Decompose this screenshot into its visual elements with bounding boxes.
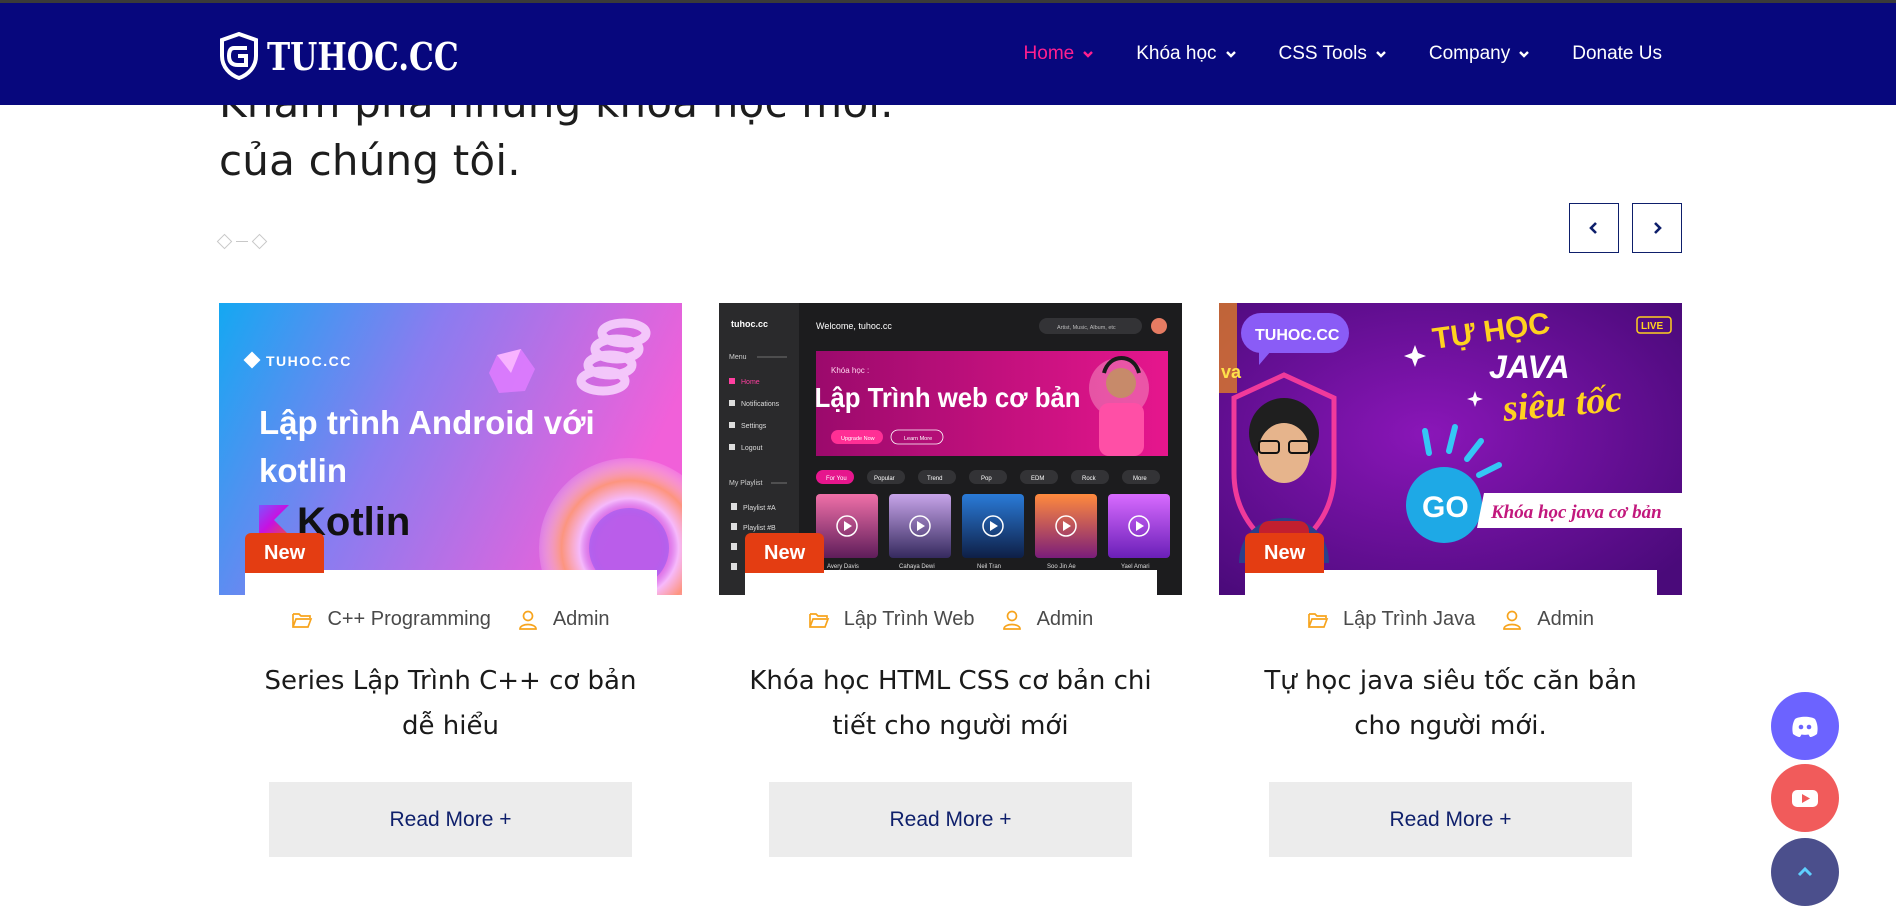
thumb-chip: More bbox=[1133, 476, 1147, 482]
nav-css-tools[interactable]: CSS Tools bbox=[1279, 43, 1387, 65]
course-card: va TUHOC.CC TỰ HỌC JAVA siêu tốc LIVE GO bbox=[1219, 303, 1682, 863]
course-card: tuhoc.cc Menu Home Notifications Setting… bbox=[719, 303, 1182, 863]
card-meta: Lập Trình Web Admin bbox=[719, 608, 1182, 631]
thumb-go: GO bbox=[1422, 491, 1469, 524]
thumb-brand-text: tuhoc.cc bbox=[731, 319, 768, 329]
card-author[interactable]: Admin bbox=[1537, 608, 1594, 631]
chevron-down-icon bbox=[1225, 51, 1236, 58]
thumb-menu-item: Logout bbox=[741, 445, 762, 452]
nav-donate-label: Donate Us bbox=[1572, 43, 1662, 64]
course-card: TUHOC.CC Lập trình Android với kotlin Ko… bbox=[219, 303, 682, 863]
card-panel bbox=[745, 570, 1157, 600]
thumb-ribbon: Khóa học java cơ bản bbox=[1490, 502, 1662, 523]
thumb-chip: Trend bbox=[927, 476, 942, 482]
folder-icon bbox=[292, 612, 313, 628]
discord-icon bbox=[1792, 716, 1818, 737]
nav-company[interactable]: Company bbox=[1429, 43, 1530, 65]
user-icon bbox=[1503, 610, 1522, 630]
browser-top-line bbox=[0, 0, 1896, 3]
nav-donate[interactable]: Donate Us bbox=[1572, 43, 1662, 65]
card-panel bbox=[245, 570, 657, 600]
thumb-line-2: JAVA bbox=[1489, 349, 1570, 385]
thumb-chip: EDM bbox=[1031, 476, 1044, 482]
nav-company-label: Company bbox=[1428, 43, 1511, 64]
thumb-banner-button: Upgrade Now bbox=[841, 436, 875, 442]
youtube-icon bbox=[1792, 790, 1818, 807]
thumb-playlist-item: Playlist #B bbox=[743, 525, 776, 532]
svg-text:va: va bbox=[1221, 362, 1242, 382]
thumb-brand-text: TUHOC.CC bbox=[266, 353, 352, 369]
nav-courses-label: Khóa học bbox=[1136, 43, 1217, 64]
card-author[interactable]: Admin bbox=[553, 608, 610, 631]
chevron-down-icon bbox=[1083, 51, 1094, 58]
folder-icon bbox=[1308, 612, 1329, 628]
nav-home[interactable]: Home bbox=[1024, 43, 1095, 65]
thumb-menu-item: Settings bbox=[741, 423, 767, 430]
thumb-playlist-title: My Playlist bbox=[729, 480, 763, 487]
thumb-search-placeholder: Artist, Music, Album, etc bbox=[1057, 325, 1116, 331]
thumb-chip: Popular bbox=[874, 476, 895, 482]
card-category[interactable]: C++ Programming bbox=[327, 608, 490, 631]
thumb-brand-text: TUHOC.CC bbox=[1255, 327, 1340, 344]
card-title[interactable]: Tự học java siêu tốc căn bản cho người m… bbox=[1249, 659, 1652, 749]
folder-icon bbox=[808, 612, 829, 628]
card-category[interactable]: Lập Trình Java bbox=[1343, 608, 1475, 631]
thumb-menu-title: Menu bbox=[729, 354, 747, 361]
section-heading-line-2: của chúng tôi. bbox=[219, 136, 521, 185]
thumb-headline-2: kotlin bbox=[259, 452, 347, 489]
thumb-menu-item: Home bbox=[741, 379, 760, 386]
read-more-button[interactable]: Read More + bbox=[769, 782, 1132, 857]
site-logo[interactable]: TUHOC.CC bbox=[219, 31, 501, 81]
chevron-left-icon bbox=[1589, 222, 1597, 234]
shield-logo-icon bbox=[220, 32, 258, 80]
nav-css-tools-label: CSS Tools bbox=[1278, 43, 1367, 64]
thumb-banner-title: Lập Trình web cơ bản bbox=[815, 382, 1081, 413]
thumb-live: LIVE bbox=[1641, 321, 1664, 332]
thumb-menu-item: Notifications bbox=[741, 401, 780, 408]
new-badge: New bbox=[245, 533, 325, 573]
main-nav: Home Khóa học CSS Tools Company Donate U… bbox=[982, 3, 1662, 105]
card-category[interactable]: Lập Trình Web bbox=[844, 608, 975, 631]
youtube-button[interactable] bbox=[1771, 764, 1839, 832]
carousel-next-button[interactable] bbox=[1632, 203, 1682, 253]
scroll-to-top-button[interactable] bbox=[1771, 838, 1839, 906]
chevron-right-icon bbox=[1654, 222, 1662, 234]
thumb-playlist-item: Playlist #A bbox=[743, 505, 776, 512]
thumb-headline-1: Lập trình Android với bbox=[259, 404, 595, 441]
nav-courses[interactable]: Khóa học bbox=[1136, 43, 1236, 65]
chevron-down-icon bbox=[1376, 51, 1386, 58]
thumb-chip: Rock bbox=[1082, 476, 1097, 482]
user-icon bbox=[518, 610, 537, 630]
logo-text: TUHOC.CC bbox=[267, 33, 459, 79]
chevron-up-icon bbox=[1797, 866, 1813, 877]
new-badge: New bbox=[1245, 533, 1325, 573]
card-panel bbox=[1245, 570, 1657, 600]
site-header: TUHOC.CC Home Khóa học CSS Tools Company… bbox=[0, 3, 1896, 105]
diamond-icon bbox=[251, 233, 268, 250]
card-meta: Lập Trình Java Admin bbox=[1219, 608, 1682, 631]
user-icon bbox=[1002, 610, 1021, 630]
chevron-down-icon bbox=[1519, 51, 1530, 58]
thumb-banner-kicker: Khóa học : bbox=[831, 366, 869, 375]
carousel-prev-button[interactable] bbox=[1569, 203, 1619, 253]
card-author[interactable]: Admin bbox=[1037, 608, 1094, 631]
card-title[interactable]: Series Lập Trình C++ cơ bản dễ hiểu bbox=[249, 659, 652, 749]
read-more-button[interactable]: Read More + bbox=[1269, 782, 1632, 857]
nav-home-label: Home bbox=[1023, 43, 1075, 64]
new-badge: New bbox=[745, 533, 825, 573]
diamond-icon bbox=[216, 233, 233, 250]
heading-divider bbox=[216, 233, 268, 250]
card-meta: C++ Programming Admin bbox=[219, 608, 682, 631]
thumb-chip: For You bbox=[826, 476, 847, 482]
read-more-button[interactable]: Read More + bbox=[269, 782, 632, 857]
thumb-welcome: Welcome, tuhoc.cc bbox=[816, 321, 892, 331]
discord-button[interactable] bbox=[1771, 692, 1839, 760]
thumb-chip: Pop bbox=[981, 476, 992, 482]
thumb-banner-button: Learn More bbox=[904, 436, 932, 442]
card-title[interactable]: Khóa học HTML CSS cơ bản chi tiết cho ng… bbox=[749, 659, 1152, 749]
divider-dash bbox=[236, 240, 248, 243]
